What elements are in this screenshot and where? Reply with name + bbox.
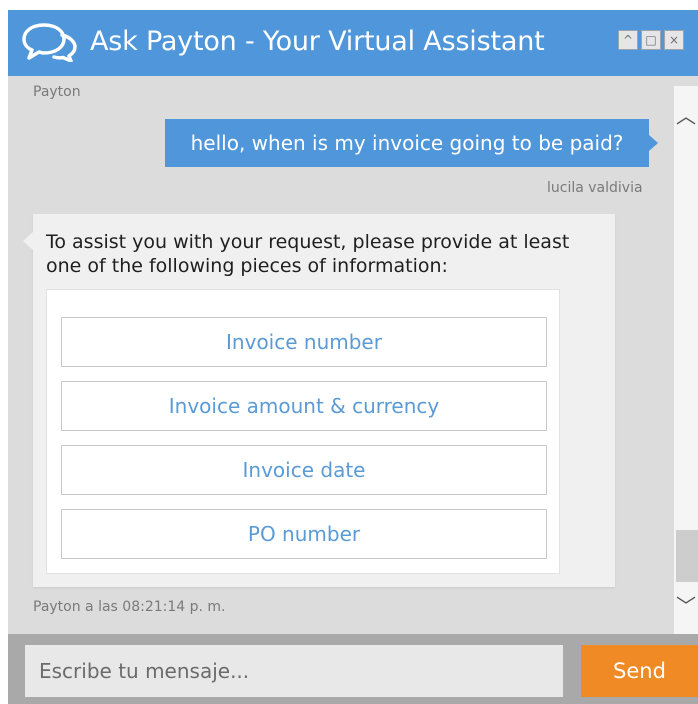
scroll-up-icon[interactable]: ︿	[674, 104, 698, 128]
minimize-button[interactable]: ^	[618, 30, 638, 50]
message-timestamp: Payton a las 08:21:14 p. m.	[33, 599, 226, 615]
scroll-down-icon[interactable]: ﹀	[674, 594, 698, 618]
user-name-label: lucila valdivia	[547, 180, 643, 196]
scrollbar[interactable]: ︿ ﹀	[674, 86, 698, 634]
sender-label: Payton	[33, 84, 81, 100]
maximize-button[interactable]: □	[641, 30, 661, 50]
scroll-thumb[interactable]	[676, 530, 698, 582]
bot-message-text: To assist you with your request, please …	[46, 231, 570, 277]
chat-window: Ask Payton - Your Virtual Assistant ^ □ …	[8, 10, 698, 704]
send-button[interactable]: Send	[581, 645, 698, 697]
window-title: Ask Payton - Your Virtual Assistant	[90, 26, 545, 57]
title-bar: Ask Payton - Your Virtual Assistant ^ □ …	[8, 10, 698, 76]
message-input[interactable]	[25, 645, 563, 697]
message-area: Payton hello, when is my invoice going t…	[8, 76, 698, 634]
user-message-bubble: hello, when is my invoice going to be pa…	[165, 119, 658, 167]
chat-bubbles-icon	[22, 23, 77, 62]
option-po-number-button[interactable]: PO number	[61, 509, 547, 559]
option-invoice-number-button[interactable]: Invoice number	[61, 317, 547, 367]
quick-reply-options: Invoice number Invoice amount & currency…	[46, 289, 560, 574]
close-button[interactable]: ×	[664, 30, 684, 50]
window-controls: ^ □ ×	[618, 30, 684, 50]
option-invoice-amount-button[interactable]: Invoice amount & currency	[61, 381, 547, 431]
option-invoice-date-button[interactable]: Invoice date	[61, 445, 547, 495]
bot-message-card: To assist you with your request, please …	[23, 214, 615, 587]
composer-bar: Send	[8, 634, 698, 704]
